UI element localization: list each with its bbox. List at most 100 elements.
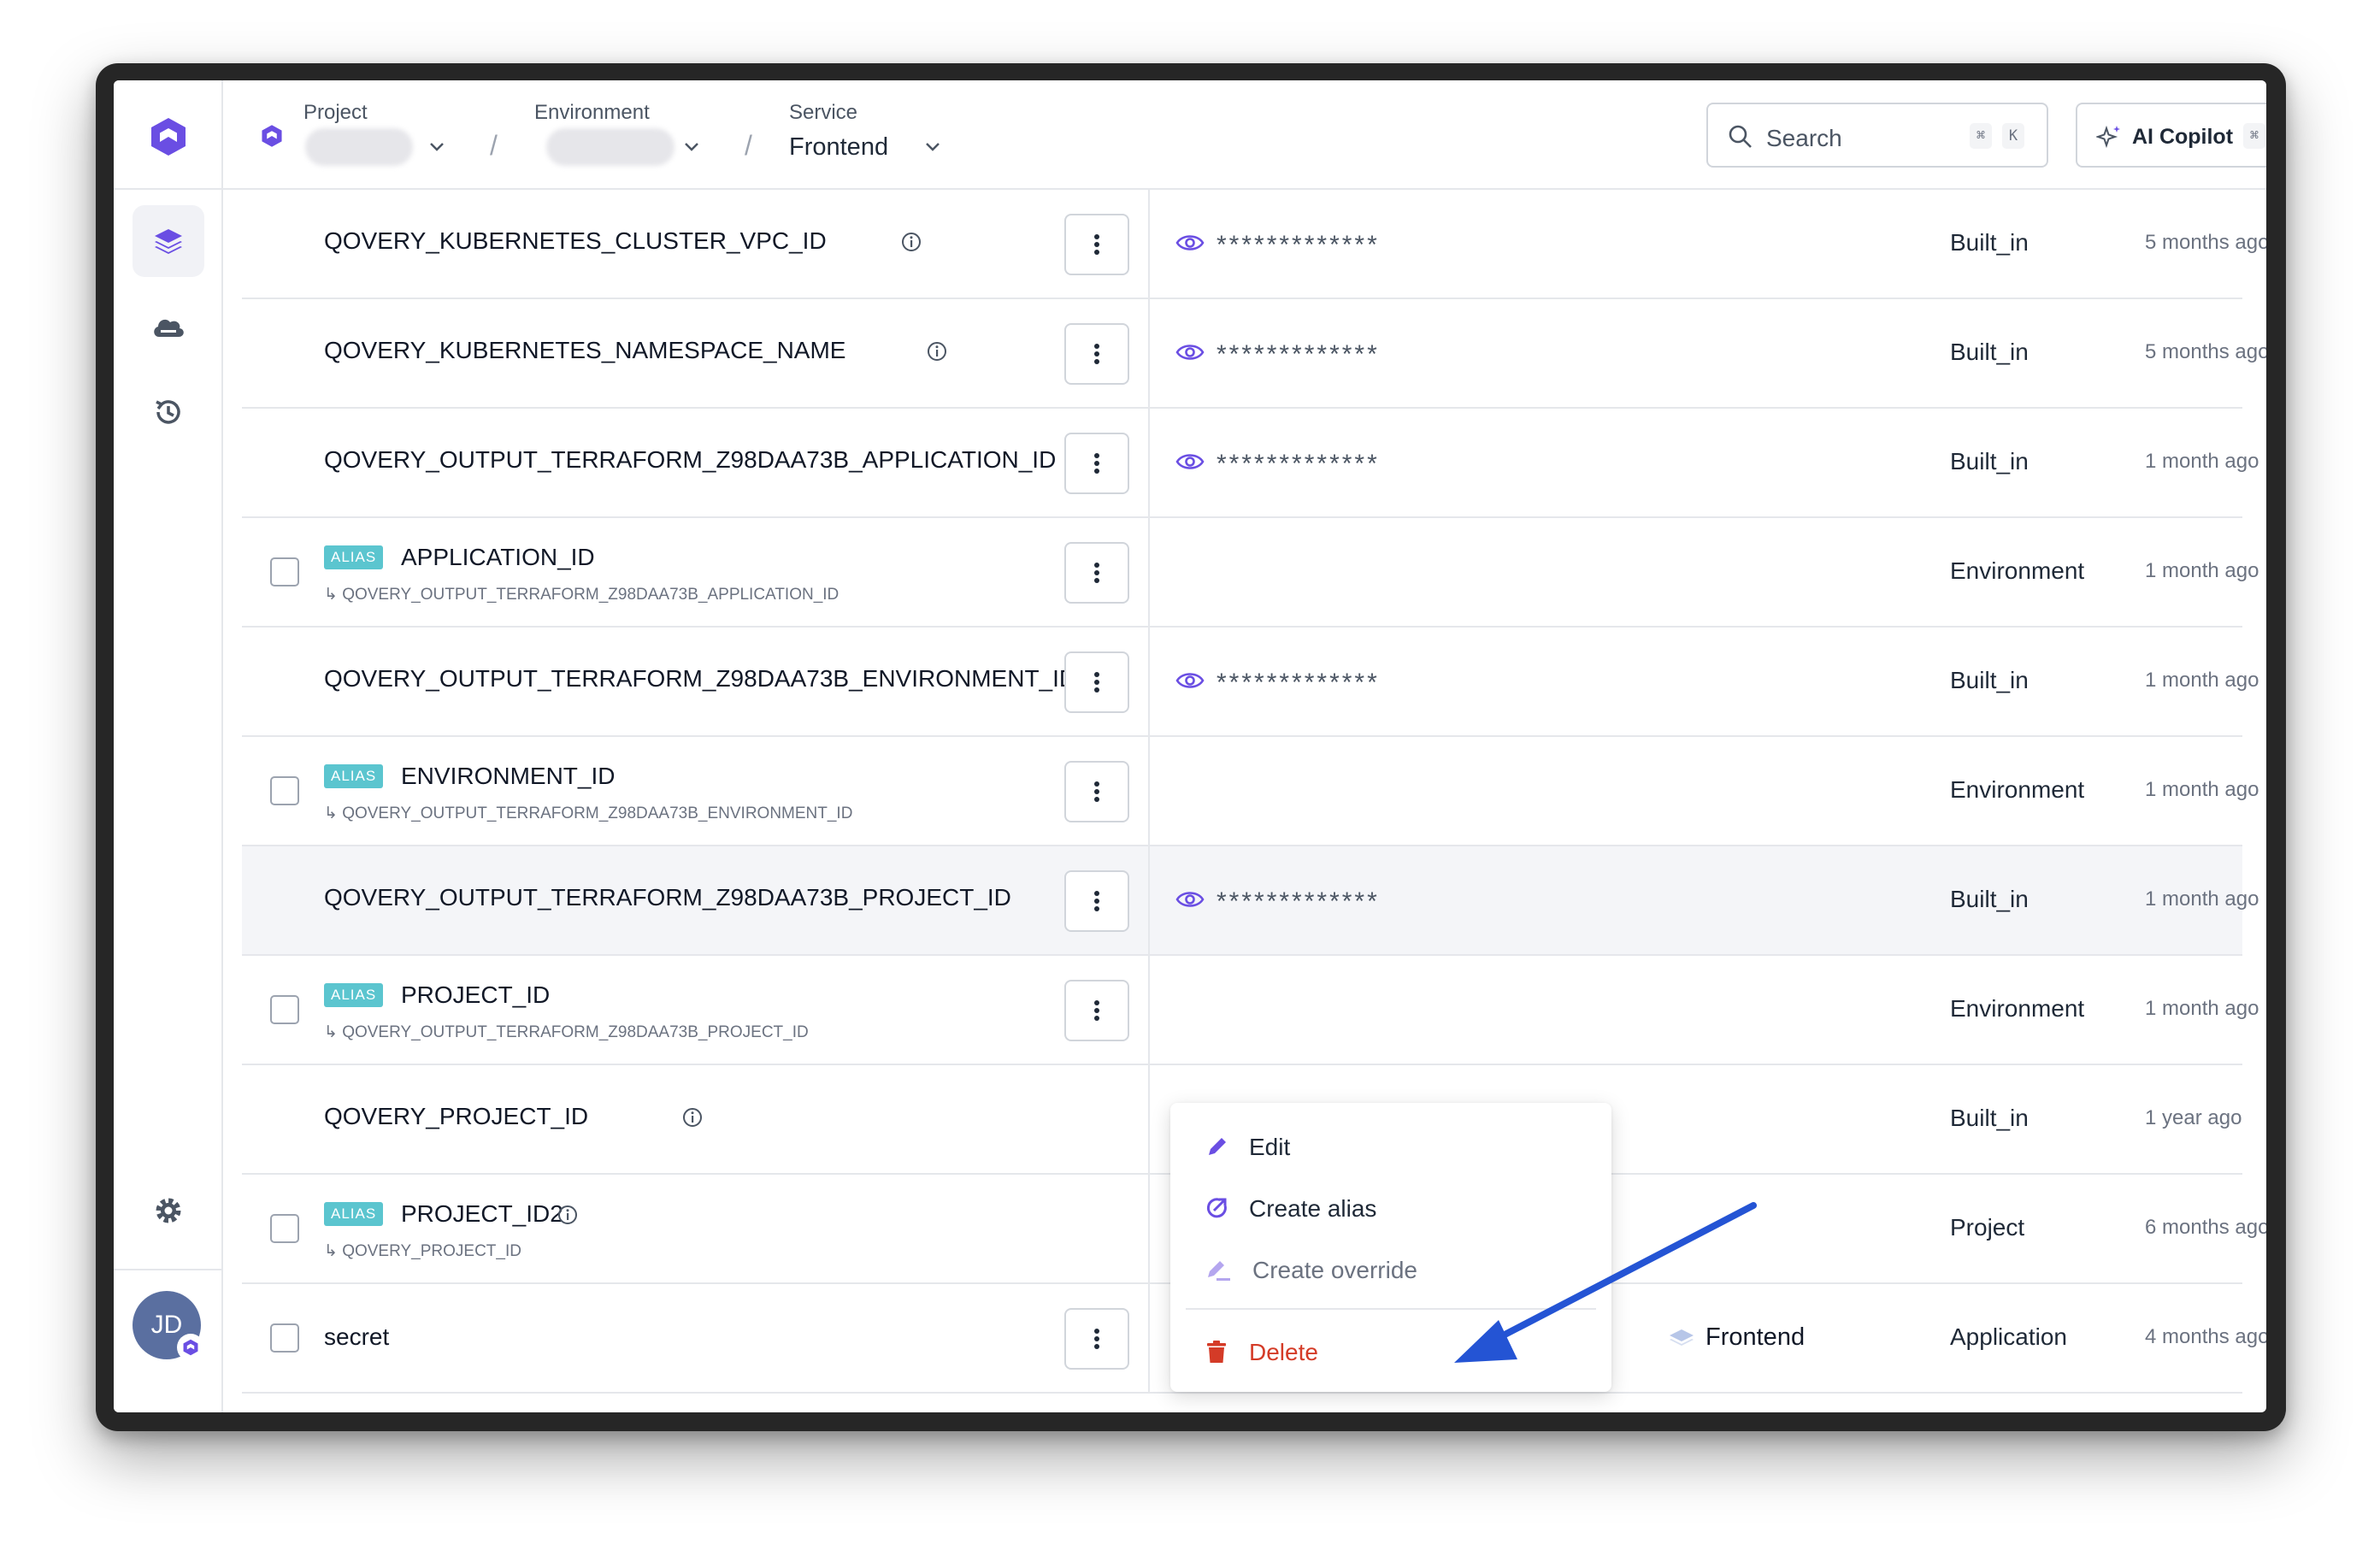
info-icon[interactable] — [557, 1204, 579, 1226]
variable-scope: Built_in — [1950, 1105, 2029, 1131]
variable-updated: 4 months ago — [2145, 1325, 2266, 1348]
variable-name: APPLICATION_ID — [401, 544, 595, 570]
row-checkbox[interactable] — [270, 1214, 299, 1243]
alias-link-icon — [1206, 1198, 1227, 1218]
qovery-logo-icon[interactable] — [146, 115, 191, 159]
row-checkbox[interactable] — [270, 995, 299, 1024]
alias-source: ↳ QOVERY_PROJECT_ID — [324, 1242, 521, 1260]
table-row[interactable]: QOVERY_OUTPUT_TERRAFORM_Z98DAA73B_PROJEC… — [242, 846, 2259, 956]
eye-icon[interactable] — [1175, 887, 1205, 911]
variable-name: secret — [324, 1323, 390, 1350]
org-badge-icon — [177, 1334, 204, 1361]
layers-icon — [155, 229, 182, 254]
variable-scope: Built_in — [1950, 886, 2029, 912]
variable-name: QOVERY_OUTPUT_TERRAFORM_Z98DAA73B_ENVIRO… — [324, 665, 1077, 692]
app-window: JD Project / Environment / Service Front… — [114, 80, 2266, 1412]
row-checkbox[interactable] — [270, 1323, 299, 1353]
variable-name: ENVIRONMENT_ID — [401, 763, 616, 789]
variable-updated: 5 months ago — [2145, 340, 2266, 363]
annotation-arrow-icon — [1454, 1202, 1757, 1363]
row-actions-button[interactable] — [1064, 761, 1129, 822]
variable-scope: Built_in — [1950, 448, 2029, 474]
breadcrumb-project-value[interactable] — [305, 128, 413, 166]
info-icon[interactable] — [681, 1106, 704, 1129]
menu-create-override[interactable]: Create override — [1252, 1257, 1417, 1284]
rail-divider — [114, 188, 223, 190]
chevron-down-icon[interactable] — [427, 137, 447, 157]
variable-name: QOVERY_PROJECT_ID — [324, 1103, 589, 1129]
alias-badge: ALIAS — [324, 983, 384, 1007]
kebab-icon — [1094, 672, 1099, 693]
row-actions-button[interactable] — [1064, 542, 1129, 604]
variable-updated: 5 months ago — [2145, 231, 2266, 254]
sparkles-icon — [2096, 125, 2120, 149]
row-actions-button[interactable] — [1064, 433, 1129, 494]
eye-icon[interactable] — [1175, 340, 1205, 364]
row-actions-button[interactable] — [1064, 651, 1129, 713]
variable-updated: 1 month ago — [2145, 997, 2259, 1020]
table-row[interactable]: QOVERY_KUBERNETES_NAMESPACE_NAME *******… — [242, 299, 2266, 409]
alias-source: ↳ QOVERY_OUTPUT_TERRAFORM_Z98DAA73B_APPL… — [324, 586, 839, 604]
row-actions-button[interactable] — [1064, 214, 1129, 275]
search-shortcut-key: K — [2002, 123, 2024, 149]
trash-icon — [1207, 1341, 1226, 1363]
rail-history-button[interactable] — [133, 376, 204, 448]
eye-icon[interactable] — [1175, 231, 1205, 255]
menu-delete[interactable]: Delete — [1249, 1339, 1318, 1366]
breadcrumb-environment-label: Environment — [534, 101, 650, 124]
row-checkbox[interactable] — [270, 557, 299, 586]
rail-services-button[interactable] — [133, 205, 204, 277]
gear-icon — [156, 1198, 181, 1223]
variable-scope: Built_in — [1950, 667, 2029, 693]
search-shortcut-mod: ⌘ — [1970, 123, 1992, 149]
row-actions-button[interactable] — [1064, 980, 1129, 1041]
table-row[interactable]: ALIAS PROJECT_ID ↳ QOVERY_OUTPUT_TERRAFO… — [242, 956, 2259, 1065]
eye-icon[interactable] — [1175, 450, 1205, 474]
ai-copilot-button[interactable]: AI Copilot ⌘ i — [2076, 103, 2266, 168]
alias-source: ↳ QOVERY_OUTPUT_TERRAFORM_Z98DAA73B_PROJ… — [324, 1023, 809, 1041]
rail-settings-button[interactable] — [133, 1175, 204, 1247]
table-row[interactable]: ALIAS APPLICATION_ID ↳ QOVERY_OUTPUT_TER… — [242, 518, 2259, 628]
table-row[interactable]: QOVERY_KUBERNETES_CLUSTER_VPC_ID *******… — [242, 190, 2266, 299]
row-actions-button[interactable] — [1064, 1308, 1129, 1370]
kebab-icon — [1094, 563, 1099, 583]
info-icon[interactable] — [900, 231, 922, 253]
variable-scope: Application — [1950, 1323, 2067, 1350]
table-row[interactable]: QOVERY_OUTPUT_TERRAFORM_Z98DAA73B_ENVIRO… — [242, 628, 2259, 737]
eye-icon[interactable] — [1175, 669, 1205, 693]
variable-updated: 1 month ago — [2145, 559, 2259, 582]
variable-scope: Built_in — [1950, 229, 2029, 256]
project-logo-icon — [262, 125, 282, 147]
search-input[interactable]: Search ⌘ K — [1706, 103, 2048, 168]
variable-value: ************* — [1217, 450, 1380, 478]
chevron-down-icon[interactable] — [922, 137, 943, 157]
row-actions-button[interactable] — [1064, 323, 1129, 385]
variable-updated: 6 months ago — [2145, 1216, 2266, 1239]
chevron-down-icon[interactable] — [681, 137, 702, 157]
variable-value: ************* — [1217, 231, 1380, 259]
breadcrumb-service-value[interactable]: Frontend — [789, 133, 888, 162]
menu-edit[interactable]: Edit — [1249, 1134, 1290, 1161]
variable-updated: 1 month ago — [2145, 778, 2259, 801]
kebab-icon — [1094, 781, 1099, 802]
search-icon — [1729, 125, 1752, 148]
variable-scope: Project — [1950, 1214, 2025, 1241]
kebab-icon — [1094, 1329, 1099, 1349]
kebab-icon — [1094, 234, 1099, 255]
info-icon[interactable] — [926, 340, 948, 362]
alias-source: ↳ QOVERY_OUTPUT_TERRAFORM_Z98DAA73B_ENVI… — [324, 805, 853, 822]
cloud-icon — [154, 319, 184, 337]
rail-cloud-button[interactable] — [133, 291, 204, 362]
row-actions-button[interactable] — [1064, 870, 1129, 932]
alias-badge: ALIAS — [324, 1202, 384, 1226]
variable-scope: Environment — [1950, 776, 2085, 803]
variable-value: ************* — [1217, 887, 1380, 916]
table-row[interactable]: ALIAS ENVIRONMENT_ID ↳ QOVERY_OUTPUT_TER… — [242, 737, 2259, 846]
variable-updated: 1 year ago — [2145, 1106, 2242, 1129]
row-checkbox[interactable] — [270, 776, 299, 805]
ai-copilot-label: AI Copilot — [2132, 125, 2234, 149]
menu-create-alias[interactable]: Create alias — [1249, 1195, 1376, 1223]
table-row[interactable]: QOVERY_OUTPUT_TERRAFORM_Z98DAA73B_APPLIC… — [242, 409, 2259, 518]
variable-name: QOVERY_KUBERNETES_CLUSTER_VPC_ID — [324, 227, 827, 254]
breadcrumb-environment-value[interactable] — [546, 128, 675, 166]
